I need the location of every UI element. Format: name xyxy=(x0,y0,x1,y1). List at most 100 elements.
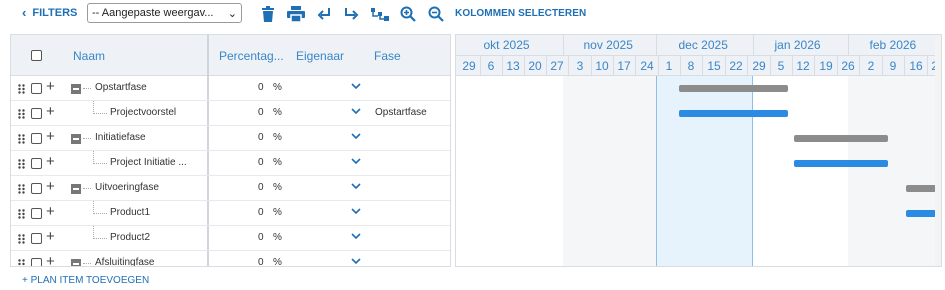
gantt-task-bar[interactable] xyxy=(794,160,888,167)
row-name[interactable]: Project Initiatie ... xyxy=(110,157,187,168)
row-percent[interactable]: 0 xyxy=(258,107,264,118)
owner-dropdown-icon[interactable] xyxy=(351,181,361,191)
collapse-icon[interactable] xyxy=(71,259,81,266)
drag-handle-icon[interactable] xyxy=(18,209,25,219)
row-checkbox[interactable] xyxy=(31,83,42,94)
tree-connector xyxy=(93,213,107,214)
row-percent[interactable]: 0 xyxy=(258,132,264,143)
gantt-summary-bar[interactable] xyxy=(794,135,888,142)
add-child-icon[interactable]: + xyxy=(46,104,55,120)
table-row[interactable]: + Opstartfase 0% xyxy=(11,76,450,101)
owner-dropdown-icon[interactable] xyxy=(351,231,361,241)
column-header-percent[interactable]: Percentag... xyxy=(219,49,284,63)
drag-handle-icon[interactable] xyxy=(18,134,25,144)
month-divider xyxy=(848,35,849,55)
row-checkbox[interactable] xyxy=(31,108,42,119)
add-child-icon[interactable]: + xyxy=(46,179,55,195)
select-columns-button[interactable]: KOLOMMEN SELECTEREN xyxy=(455,8,586,19)
add-child-icon[interactable]: + xyxy=(46,204,55,220)
add-child-icon[interactable]: + xyxy=(46,254,55,267)
collapse-icon[interactable] xyxy=(71,184,81,194)
owner-dropdown-icon[interactable] xyxy=(351,106,361,116)
add-child-icon[interactable]: + xyxy=(46,229,55,245)
owner-dropdown-icon[interactable] xyxy=(351,156,361,166)
select-all-checkbox[interactable] xyxy=(31,50,42,61)
table-row[interactable]: + Initiatiefase 0% xyxy=(11,126,450,151)
row-checkbox[interactable] xyxy=(31,208,42,219)
row-name[interactable]: Product2 xyxy=(110,232,150,243)
owner-dropdown-icon[interactable] xyxy=(351,131,361,141)
owner-dropdown-icon[interactable] xyxy=(351,206,361,216)
row-percent[interactable]: 0 xyxy=(258,232,264,243)
add-plan-item-button[interactable]: + PLAN ITEM TOEVOEGEN xyxy=(22,275,149,286)
gantt-summary-bar[interactable] xyxy=(679,85,788,92)
vertical-scrollbar[interactable] xyxy=(935,35,941,266)
view-select[interactable]: -- Aangepaste weergav... ⌄ xyxy=(87,3,242,23)
month-divider xyxy=(656,35,657,55)
print-icon[interactable] xyxy=(286,4,306,24)
drag-handle-icon[interactable] xyxy=(18,109,25,119)
gantt-task-bar[interactable] xyxy=(679,110,788,117)
row-name[interactable]: Product1 xyxy=(110,207,150,218)
row-checkbox[interactable] xyxy=(31,233,42,244)
table-row[interactable]: + Projectvoorstel 0% Opstartfase xyxy=(11,101,450,126)
row-checkbox[interactable] xyxy=(31,158,42,169)
add-child-icon[interactable]: + xyxy=(46,154,55,170)
week-label: 6 xyxy=(487,59,495,73)
table-row[interactable]: + Project Initiatie ... 0% xyxy=(11,151,450,176)
row-percent[interactable]: 0 xyxy=(258,157,264,168)
delete-icon[interactable] xyxy=(258,4,278,24)
table-row[interactable]: + Afsluitingfase 0% xyxy=(11,251,450,267)
week-label: 8 xyxy=(687,59,695,73)
row-percent[interactable]: 0 xyxy=(258,182,264,193)
row-checkbox[interactable] xyxy=(31,258,42,266)
drag-handle-icon[interactable] xyxy=(18,84,25,94)
collapse-icon[interactable] xyxy=(71,84,81,94)
week-label: 29 xyxy=(752,59,766,73)
owner-dropdown-icon[interactable] xyxy=(351,81,361,91)
owner-dropdown-icon[interactable] xyxy=(351,256,361,266)
week-label: 3 xyxy=(576,59,584,73)
drag-handle-icon[interactable] xyxy=(18,259,25,267)
table-row[interactable]: + Uitvoeringfase 0% xyxy=(11,176,450,201)
drag-handle-icon[interactable] xyxy=(18,159,25,169)
column-header-owner[interactable]: Eigenaar xyxy=(296,49,344,63)
row-phase[interactable]: Opstartfase xyxy=(375,107,427,118)
indent-icon[interactable] xyxy=(315,4,335,24)
table-row[interactable]: + Product2 0% xyxy=(11,226,450,251)
timeline-header-divider xyxy=(456,55,941,56)
grid-header: Naam Percentag... Eigenaar Fase xyxy=(11,35,450,76)
row-name[interactable]: Afsluitingfase xyxy=(95,257,154,266)
row-percent[interactable]: 0 xyxy=(258,82,264,93)
row-percent[interactable]: 0 xyxy=(258,257,264,266)
critical-path-icon[interactable] xyxy=(370,4,390,24)
row-name[interactable]: Uitvoeringfase xyxy=(95,182,159,193)
month-divider xyxy=(753,35,754,55)
filters-toggle[interactable]: ‹ FILTERS xyxy=(22,5,77,20)
add-child-icon[interactable]: + xyxy=(46,129,55,145)
plan-grid: Naam Percentag... Eigenaar Fase + Opstart… xyxy=(10,34,451,267)
row-percent-unit: % xyxy=(273,257,282,267)
zoom-in-icon[interactable] xyxy=(398,4,418,24)
month-label: dec 2025 xyxy=(678,38,728,52)
column-header-phase[interactable]: Fase xyxy=(374,49,401,63)
row-checkbox[interactable] xyxy=(31,183,42,194)
row-checkbox[interactable] xyxy=(31,133,42,144)
gantt-task-bar[interactable] xyxy=(906,210,936,217)
chevron-left-icon: ‹ xyxy=(22,5,27,20)
gantt-summary-bar[interactable] xyxy=(906,185,936,192)
row-percent[interactable]: 0 xyxy=(258,207,264,218)
week-label: 10 xyxy=(595,59,609,73)
add-child-icon[interactable]: + xyxy=(46,79,55,95)
row-name[interactable]: Projectvoorstel xyxy=(110,107,176,118)
outdent-icon[interactable] xyxy=(341,4,361,24)
column-header-name[interactable]: Naam xyxy=(73,49,105,63)
zoom-out-icon[interactable] xyxy=(426,4,446,24)
drag-handle-icon[interactable] xyxy=(18,184,25,194)
week-label: 17 xyxy=(617,59,631,73)
row-name[interactable]: Opstartfase xyxy=(95,82,147,93)
drag-handle-icon[interactable] xyxy=(18,234,25,244)
table-row[interactable]: + Product1 0% xyxy=(11,201,450,226)
row-name[interactable]: Initiatiefase xyxy=(95,132,146,143)
collapse-icon[interactable] xyxy=(71,134,81,144)
